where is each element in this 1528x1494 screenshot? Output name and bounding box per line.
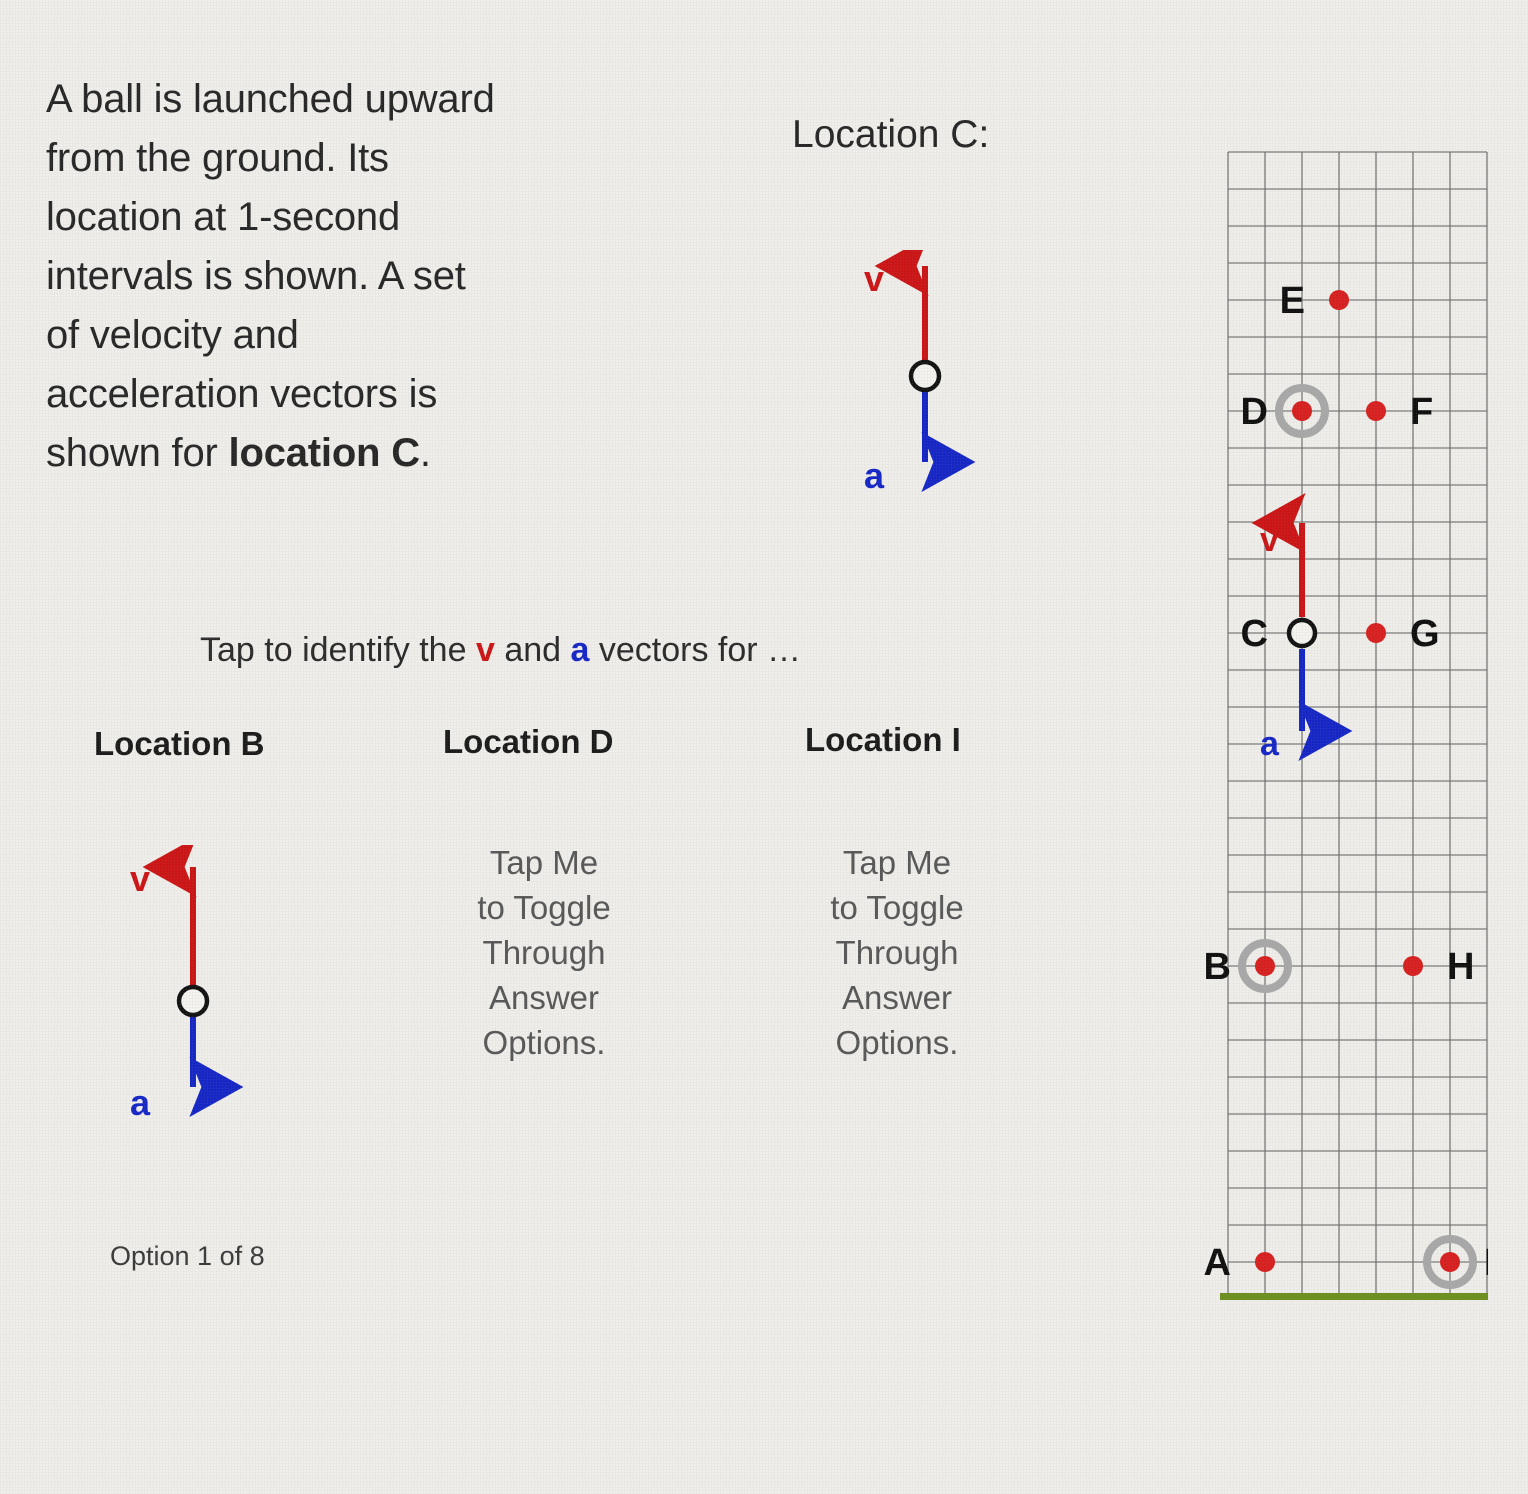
trajectory-grid-svg: v a A B C D E F G H I [1204, 151, 1495, 1313]
trajectory-points [1238, 290, 1477, 1289]
location-i-toggle-button[interactable]: Tap Me to Toggle Through Answer Options. [767, 840, 1027, 1065]
grass-layer [1220, 1293, 1495, 1302]
instruction-line: of velocity and [46, 313, 299, 357]
column-heading-location-b: Location B [94, 725, 265, 762]
instruction-prefix: shown for [46, 431, 229, 475]
ball-marker-open-circle [908, 359, 942, 393]
ground-strip [1220, 1293, 1495, 1313]
instruction-line: location at 1-second [46, 195, 401, 239]
instruction-line: A ball is launched upward [46, 77, 495, 121]
location-d-toggle-button[interactable]: Tap Me to Toggle Through Answer Options. [414, 840, 674, 1065]
ball-marker-dot-b[interactable] [1255, 956, 1275, 976]
ball-marker-dot-a[interactable] [1255, 1252, 1275, 1272]
point-label-g: G [1410, 613, 1440, 655]
option-counter: Option 1 of 8 [110, 1241, 265, 1271]
trajectory-diagram[interactable]: v a A B C D E F G H I [1188, 140, 1495, 1313]
instruction-line: from the ground. Its [46, 136, 389, 180]
instruction-line: intervals is shown. A set [46, 254, 466, 298]
column-heading-location-d: Location D [443, 723, 614, 760]
tap-prompt-v-label: v [475, 631, 495, 669]
velocity-vector-label: v [130, 858, 151, 899]
point-label-f: F [1410, 391, 1433, 433]
point-label-b: B [1204, 946, 1231, 988]
ball-marker-dot-f[interactable] [1366, 401, 1386, 421]
grid-acceleration-vector-label: a [1260, 725, 1280, 763]
instruction-line: acceleration vectors is [46, 372, 438, 416]
tap-prompt-part-2: and [494, 631, 571, 669]
grid-velocity-vector-label: v [1260, 521, 1279, 559]
ball-marker-dot-h[interactable] [1403, 956, 1423, 976]
point-label-i: I [1484, 1242, 1488, 1284]
acceleration-vector-label: a [130, 1082, 151, 1123]
trajectory-point-labels: A B C D E F G H I [1204, 280, 1495, 1284]
tap-prompt-part-3: vectors for … [589, 631, 802, 669]
point-label-h: H [1447, 946, 1474, 988]
tap-prompt-part-1: Tap to identify the [200, 631, 476, 669]
point-label-d: D [1241, 391, 1268, 433]
column-heading-location-i: Location I [805, 721, 961, 758]
instruction-line-emphasis: shown for location C. [46, 424, 656, 483]
acceleration-vector-label: a [864, 455, 885, 496]
ball-marker-open-circle-c[interactable] [1286, 617, 1318, 649]
location-b-answer-vector-diagram[interactable]: v a [110, 837, 280, 1123]
instruction-suffix: . [419, 431, 431, 475]
ball-marker-dot-g[interactable] [1366, 623, 1386, 643]
ball-marker-dot-i[interactable] [1440, 1252, 1460, 1272]
tap-prompt-a-label: a [570, 631, 590, 669]
location-c-vector-diagram: v a [840, 236, 1010, 510]
point-label-c: C [1241, 613, 1268, 655]
instruction-text: A ball is launched upward from the groun… [46, 70, 656, 483]
ball-marker-dot-d[interactable] [1292, 401, 1312, 421]
location-c-heading: Location C: [792, 113, 990, 156]
velocity-vector-label: v [864, 258, 885, 299]
ball-marker-open-circle [176, 984, 210, 1018]
point-label-e: E [1280, 280, 1305, 322]
point-label-a: A [1204, 1242, 1231, 1284]
tap-to-identify-prompt: Tap to identify the v and a vectors for … [200, 631, 801, 670]
instruction-bold-location: location C [228, 431, 421, 475]
ball-marker-dot-e[interactable] [1329, 290, 1349, 310]
